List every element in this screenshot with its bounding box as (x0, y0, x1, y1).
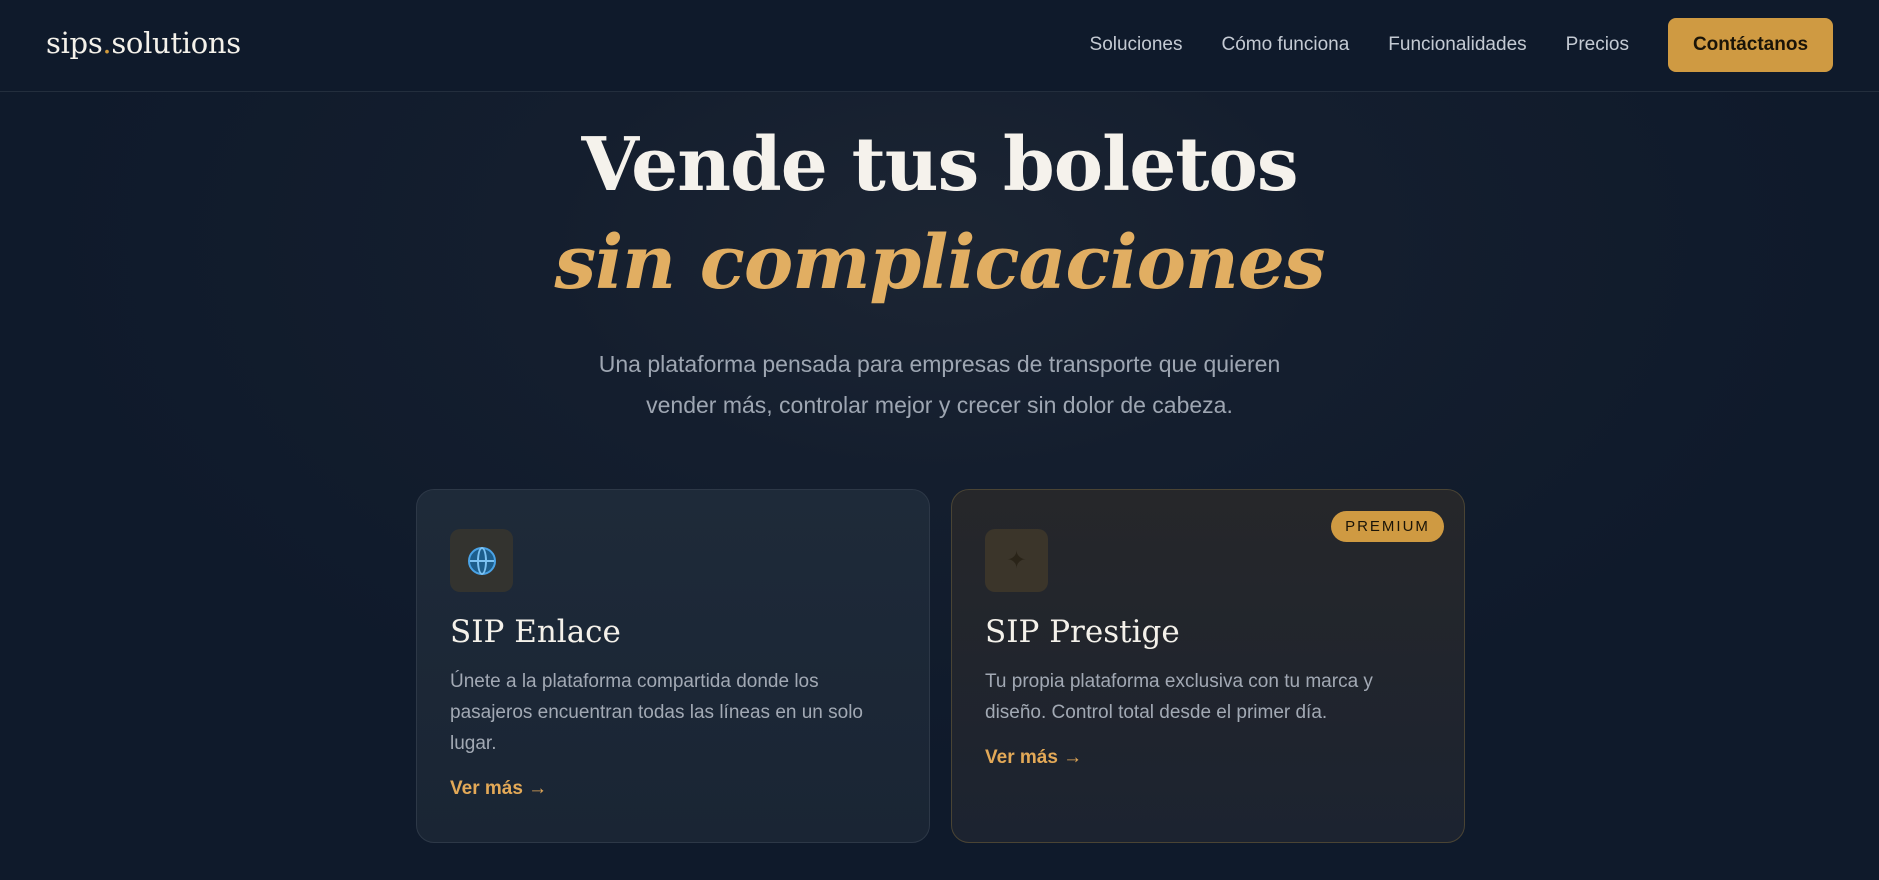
hero-subtitle: Una plataforma pensada para empresas de … (0, 344, 1879, 426)
hero-title-line2: sin complicaciones (554, 220, 1325, 306)
contact-button[interactable]: Contáctanos (1668, 18, 1833, 72)
card-title: SIP Prestige (985, 614, 1180, 650)
nav-link-funcionalidades[interactable]: Funcionalidades (1388, 34, 1526, 56)
card-description: Únete a la plataforma compartida donde l… (450, 671, 863, 754)
brand-name-part1: sips (46, 26, 103, 60)
ver-mas-link[interactable]: Ver más → (985, 747, 1082, 769)
globe-icon (467, 546, 496, 575)
ver-mas-link[interactable]: Ver más → (450, 778, 547, 800)
hero-subtitle-line2: vender más, controlar mejor y crecer sin… (646, 392, 1233, 418)
card-icon-box: ✦ (985, 529, 1048, 592)
nav-link-precios[interactable]: Precios (1566, 34, 1629, 56)
brand-logo[interactable]: sips.solutions (46, 26, 241, 60)
card-sip-enlace[interactable]: SIP Enlace Únete a la plataforma compart… (416, 489, 930, 843)
card-description: Tu propia plataforma exclusiva con tu ma… (985, 671, 1373, 723)
hero-subtitle-line1: Una plataforma pensada para empresas de … (598, 351, 1281, 377)
card-icon-box (450, 529, 513, 592)
card-sip-prestige[interactable]: PREMIUM ✦ SIP Prestige Tu propia platafo… (951, 489, 1465, 843)
top-navbar: sips.solutions Soluciones Cómo funciona … (0, 0, 1879, 92)
brand-dot: . (102, 26, 112, 60)
nav-link-como-funciona[interactable]: Cómo funciona (1221, 34, 1349, 56)
brand-name-part2: solutions (111, 26, 241, 60)
card-title: SIP Enlace (450, 614, 621, 650)
premium-badge: PREMIUM (1331, 511, 1444, 542)
landing-page: sips.solutions Soluciones Cómo funciona … (0, 0, 1879, 880)
sparkle-icon: ✦ (1006, 547, 1027, 574)
hero-title-line1: Vende tus boletos (581, 122, 1299, 208)
nav-links: Soluciones Cómo funciona Funcionalidades… (1090, 18, 1833, 72)
nav-link-soluciones[interactable]: Soluciones (1090, 34, 1183, 56)
